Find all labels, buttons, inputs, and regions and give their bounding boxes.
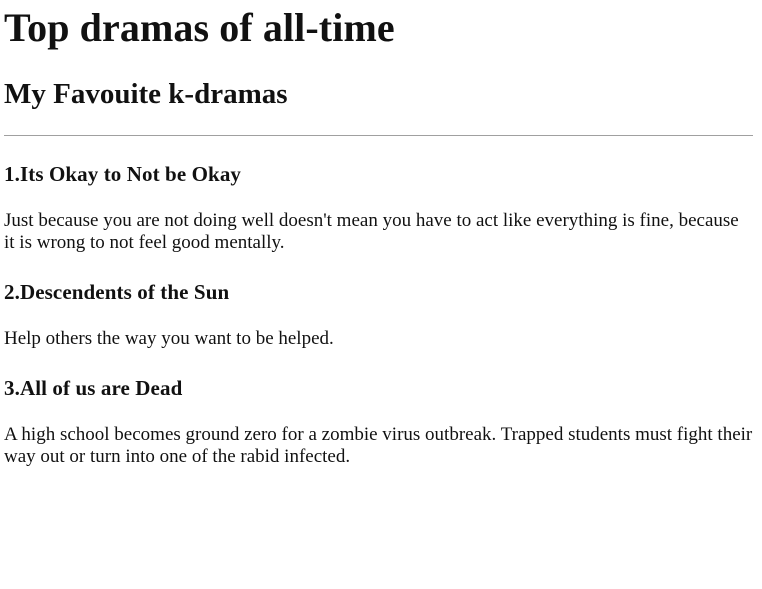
drama-heading: 3.All of us are Dead bbox=[4, 376, 183, 400]
drama-item-2: 2.Descendents of the Sun Help others the… bbox=[4, 280, 753, 350]
drama-description: Just because you are not doing well does… bbox=[4, 210, 739, 253]
page-subtitle: My Favouite k-dramas bbox=[4, 78, 288, 110]
drama-item-3: 3.All of us are Dead A high school becom… bbox=[4, 376, 753, 468]
drama-heading: 2.Descendents of the Sun bbox=[4, 280, 230, 304]
page-title: Top dramas of all-time bbox=[4, 5, 395, 50]
divider bbox=[4, 135, 753, 136]
drama-description: A high school becomes ground zero for a … bbox=[4, 424, 753, 467]
drama-item-1: 1.Its Okay to Not be Okay Just because y… bbox=[4, 162, 753, 254]
drama-heading: 1.Its Okay to Not be Okay bbox=[4, 162, 242, 186]
drama-description: Help others the way you want to be helpe… bbox=[4, 328, 334, 349]
page: Top dramas of all-time My Favouite k-dra… bbox=[0, 0, 762, 589]
